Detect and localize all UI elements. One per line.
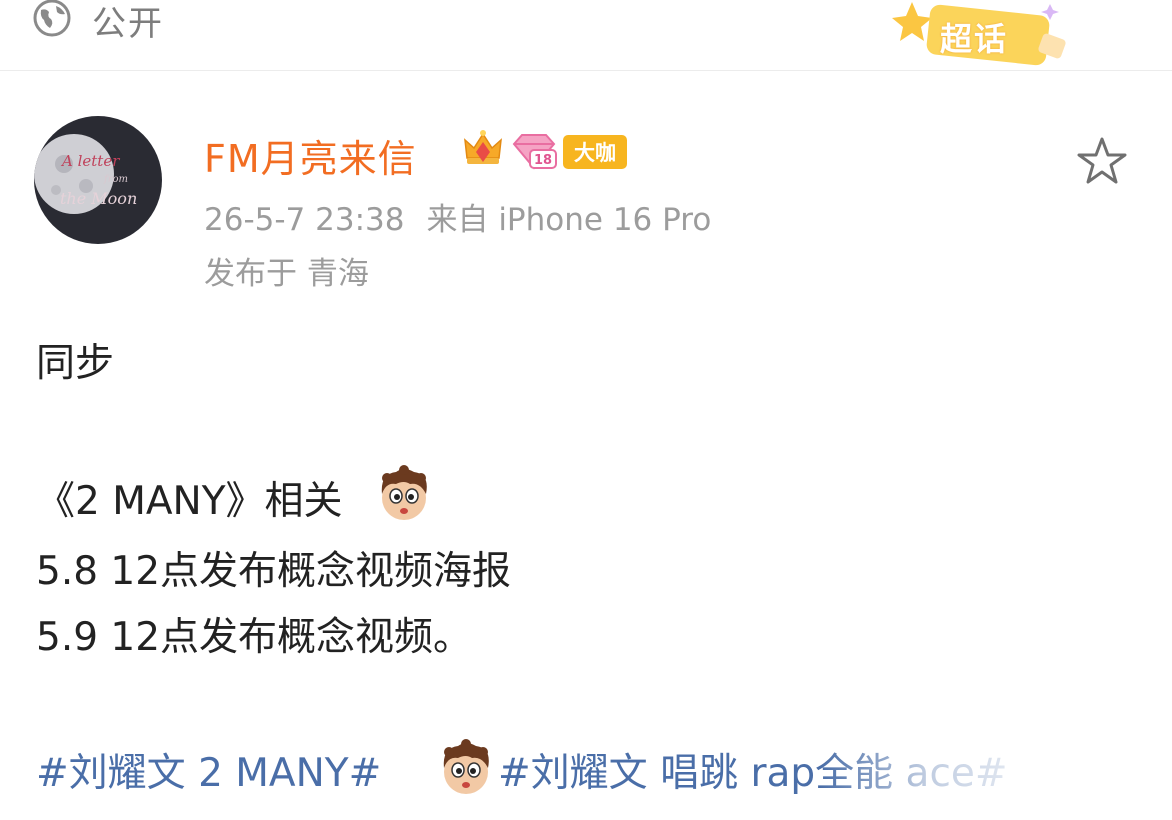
verified-badge[interactable]: 大咖 (563, 135, 627, 169)
globe-icon (33, 0, 71, 37)
visibility-label[interactable]: 公开 (92, 0, 164, 45)
post-body-line-4: 5.9 12点发布概念视频。 (36, 615, 473, 660)
avatar[interactable]: A letter from the Moon (34, 116, 162, 244)
boy-face-emoji-icon (443, 739, 489, 794)
post-body-line-2: 《2 MANY》相关 (36, 479, 343, 524)
post-body-line-1: 同步 (36, 341, 115, 386)
level-number: 18 (534, 153, 552, 168)
moon-avatar-image: A letter from the Moon (34, 116, 162, 244)
avatar-text-1: A letter (60, 152, 120, 170)
boy-face-emoji-icon (381, 465, 427, 520)
post-body-line-3: 5.8 12点发布概念视频海报 (36, 549, 512, 594)
crown-icon (464, 130, 502, 164)
username[interactable]: FM月亮来信 (204, 128, 417, 183)
avatar-text-3: the Moon (60, 189, 137, 208)
post-timestamp: 26-5-7 23:38 (204, 202, 405, 238)
hashtag-link[interactable]: #刘耀文 2 MANY# (36, 742, 381, 798)
supertopic-label[interactable]: 超话 (940, 14, 1008, 60)
post-meta: 26-5-7 23:38 来自 iPhone 16 Pro (204, 194, 711, 239)
diamond-level-icon: 18 (512, 134, 557, 170)
text-fade-overlay (820, 730, 1172, 820)
post-location: 发布于 青海 (204, 256, 369, 292)
star-outline-icon[interactable] (1076, 136, 1128, 186)
post-source[interactable]: 来自 iPhone 16 Pro (426, 202, 711, 238)
avatar-text-2: from (103, 174, 128, 185)
top-bar: 公开 超话 (0, 0, 1172, 71)
